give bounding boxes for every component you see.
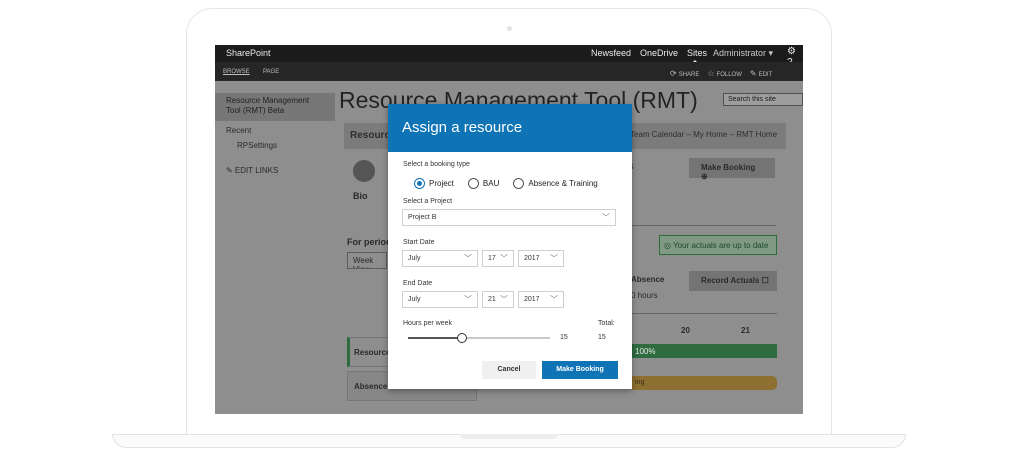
nav-recent[interactable]: Recent [226, 126, 251, 135]
period-label: For period [347, 237, 392, 247]
end-date-label: End Date [403, 280, 433, 287]
tab-page[interactable]: PAGE [263, 69, 279, 75]
breadcrumb[interactable]: Team Calendar – My Home – RMT Home [630, 130, 777, 139]
chevron-down-icon: ﹀ [464, 295, 472, 304]
ribbon: BROWSE PAGE ⟳ SHARE ☆ FOLLOW ✎ EDIT [215, 62, 803, 81]
record-actuals-button[interactable]: Record Actuals ☐ [689, 271, 777, 291]
laptop-notch [460, 434, 558, 439]
radio-selected-icon [414, 178, 425, 189]
nav-item-rpsettings[interactable]: RPSettings [237, 141, 277, 150]
allocation-bar[interactable]: 100% [631, 344, 777, 358]
make-booking-button[interactable]: Make Booking ⊕ [689, 158, 775, 181]
chevron-down-icon: ﹀ [602, 213, 610, 222]
hours-value: 15 [560, 334, 568, 341]
end-year-select[interactable]: 2017 ﹀ [518, 291, 564, 308]
note-icon: ☐ [761, 276, 769, 285]
start-day-select[interactable]: 17 ﹀ [482, 250, 514, 267]
radio-project[interactable]: Project [414, 178, 454, 189]
laptop-mockup: SharePoint Newsfeed OneDrive Sites Admin… [0, 0, 1018, 468]
newsfeed-link[interactable]: Newsfeed [591, 48, 631, 58]
chevron-down-icon: ﹀ [500, 254, 508, 263]
start-month-select[interactable]: July ﹀ [402, 250, 478, 267]
week-view-select[interactable]: Week View [347, 252, 387, 269]
radio-empty-icon [467, 178, 479, 189]
make-booking-submit-button[interactable]: Make Booking [542, 361, 618, 379]
day-header-20: 20 [681, 326, 690, 335]
chevron-down-icon: ﹀ [550, 254, 558, 263]
hours-per-week-label: Hours per week [403, 320, 453, 327]
bio-label: Bio [353, 191, 368, 201]
slider-handle[interactable] [457, 333, 467, 343]
hours-slider[interactable] [408, 333, 550, 343]
edit-button[interactable]: ✎ EDIT [750, 69, 772, 78]
sites-link[interactable]: Sites [687, 48, 707, 63]
left-nav: Resource Management Tool (RMT) Beta Rece… [215, 81, 335, 414]
nav-item-rmt[interactable]: Resource Management Tool (RMT) Beta [215, 93, 335, 121]
ribbon-actions: ⟳ SHARE ☆ FOLLOW ✎ EDIT [670, 69, 772, 78]
slider-fill [408, 337, 462, 339]
total-value: 15 [598, 334, 606, 341]
radio-absence-training[interactable]: Absence & Training [513, 178, 598, 189]
project-select[interactable]: Project B ﹀ [402, 209, 616, 226]
chevron-down-icon: ﹀ [500, 295, 508, 304]
booking-type-group: Project BAU Absence & Training [414, 178, 612, 189]
total-label: Total: [598, 320, 615, 327]
assign-resource-dialog: Assign a resource Select a booking type … [388, 104, 632, 389]
radio-bau[interactable]: BAU [467, 178, 499, 189]
actuals-status-badge: ◎ Your actuals are up to date [659, 235, 777, 255]
screen: SharePoint Newsfeed OneDrive Sites Admin… [215, 45, 803, 414]
sharepoint-brand[interactable]: SharePoint [226, 48, 271, 58]
chevron-down-icon: ﹀ [550, 295, 558, 304]
start-year-select[interactable]: 2017 ﹀ [518, 250, 564, 267]
follow-icon: ☆ [707, 69, 715, 78]
cancel-button[interactable]: Cancel [482, 361, 536, 379]
share-button[interactable]: ⟳ SHARE [670, 69, 699, 78]
camera-dot [507, 26, 512, 31]
booking-type-label: Select a booking type [403, 161, 470, 168]
edit-icon: ✎ [749, 69, 757, 78]
end-day-select[interactable]: 21 ﹀ [482, 291, 514, 308]
suite-links: Newsfeed OneDrive Sites [591, 48, 707, 63]
end-month-select[interactable]: July ﹀ [402, 291, 478, 308]
absence-bar[interactable]: ing [631, 376, 777, 390]
search-input[interactable]: Search this site [723, 93, 803, 106]
check-icon: ◎ [664, 241, 674, 250]
onedrive-link[interactable]: OneDrive [640, 48, 678, 58]
edit-links-button[interactable]: ✎ EDIT LINKS [226, 166, 278, 175]
chevron-down-icon: ﹀ [464, 254, 472, 263]
follow-button[interactable]: ☆ FOLLOW [707, 69, 742, 78]
absence-label: Absence [631, 275, 665, 284]
day-header-21: 21 [741, 326, 750, 335]
start-date-label: Start Date [403, 239, 435, 246]
avatar [353, 160, 375, 182]
hours-label: 0 hours [631, 291, 658, 300]
tab-browse[interactable]: BROWSE [223, 69, 250, 75]
divider [631, 225, 776, 226]
dialog-title: Assign a resource [388, 104, 632, 152]
suite-bar: SharePoint Newsfeed OneDrive Sites Admin… [215, 45, 803, 68]
share-icon: ⟳ [670, 69, 677, 78]
radio-empty-icon [513, 178, 525, 189]
project-label: Select a Project [403, 198, 453, 205]
user-menu[interactable]: Administrator ▾ [713, 48, 773, 59]
